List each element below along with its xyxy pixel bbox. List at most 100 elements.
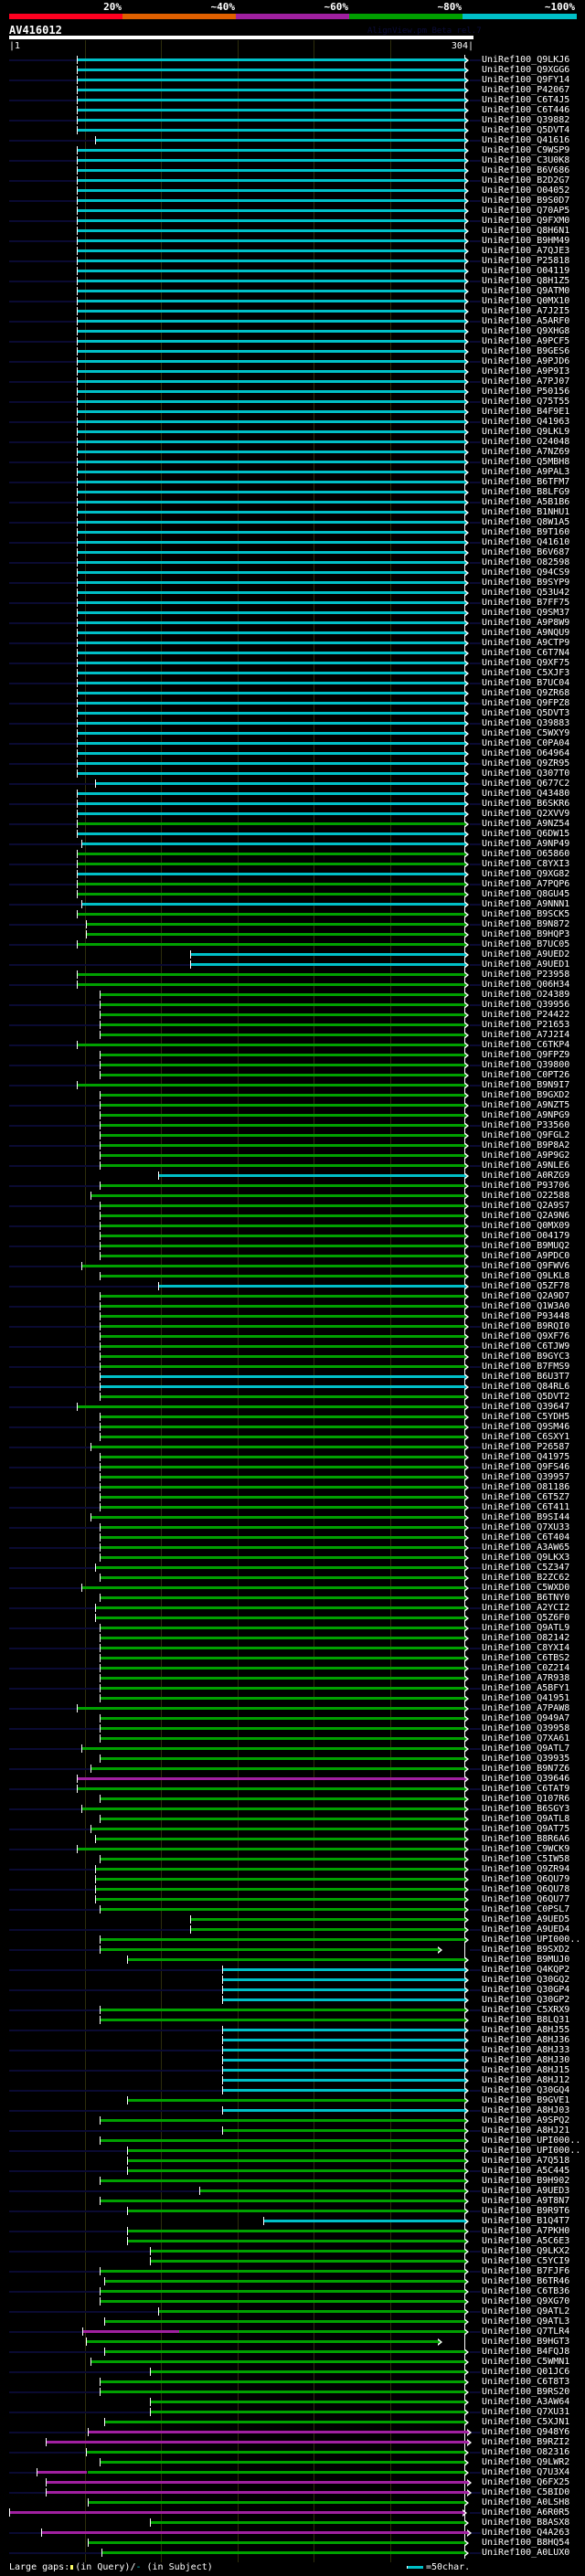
hit-label[interactable]: UniRef100_B6SKR6 (482, 799, 569, 809)
alignment-row[interactable]: UniRef100_C6T5Z7 (0, 1492, 585, 1502)
hit-label[interactable]: UniRef100_A3AW65 (482, 1542, 569, 1553)
alignment-row[interactable]: UniRef100_Q8H6N1 (0, 226, 585, 236)
hit-bar[interactable] (76, 521, 464, 524)
hit-bar[interactable] (37, 2471, 88, 2474)
hit-bar[interactable] (76, 752, 464, 755)
alignment-row[interactable]: UniRef100_A8HJ03 (0, 2105, 585, 2115)
hit-bar[interactable] (179, 2330, 464, 2333)
hit-label[interactable]: UniRef100_C5XJF3 (482, 668, 569, 678)
alignment-row[interactable]: UniRef100_B6V686 (0, 165, 585, 175)
alignment-row[interactable]: UniRef100_Q5DVT2 (0, 1392, 585, 1402)
hit-bar[interactable] (99, 1546, 464, 1549)
hit-label[interactable]: UniRef100_Q39800 (482, 1060, 569, 1070)
hit-label[interactable]: UniRef100_B9R9T6 (482, 2206, 569, 2216)
hit-label[interactable]: UniRef100_Q39935 (482, 1754, 569, 1764)
hit-bar[interactable] (150, 2370, 464, 2373)
hit-label[interactable]: UniRef100_A8HJ55 (482, 2025, 569, 2035)
alignment-row[interactable]: UniRef100_A9UED5 (0, 1914, 585, 1924)
hit-label[interactable]: UniRef100_A9NQU9 (482, 628, 569, 638)
hit-bar[interactable] (76, 239, 464, 242)
alignment-row[interactable]: UniRef100_A9UED1 (0, 959, 585, 970)
hit-bar[interactable] (90, 1828, 464, 1830)
alignment-row[interactable]: UniRef100_C5WXD0 (0, 1583, 585, 1593)
alignment-row[interactable]: UniRef100_A9UED2 (0, 949, 585, 959)
hit-label[interactable]: UniRef100_B9GES6 (482, 346, 569, 356)
hit-bar[interactable] (76, 1777, 464, 1780)
hit-label[interactable]: UniRef100_C6TB36 (482, 2286, 569, 2296)
hit-bar[interactable] (76, 189, 464, 192)
hit-bar[interactable] (99, 1506, 464, 1509)
hit-bar[interactable] (80, 903, 464, 906)
alignment-row[interactable]: UniRef100_Q9ATL8 (0, 1814, 585, 1824)
hit-bar[interactable] (150, 2250, 464, 2253)
alignment-row[interactable]: UniRef100_Q39883 (0, 718, 585, 728)
hit-bar[interactable] (99, 1144, 464, 1147)
hit-bar[interactable] (76, 652, 464, 654)
hit-label[interactable]: UniRef100_Q9ATM0 (482, 286, 569, 296)
alignment-row[interactable]: UniRef100_Q41610 (0, 537, 585, 547)
hit-label[interactable]: UniRef100_A9NLE6 (482, 1161, 569, 1171)
hit-label[interactable]: UniRef100_UPI000.. (482, 1935, 580, 1945)
hit-bar[interactable] (46, 2491, 468, 2494)
hit-label[interactable]: UniRef100_B9HQP3 (482, 929, 569, 939)
alignment-row[interactable]: UniRef100_UPI000.. (0, 2136, 585, 2146)
alignment-row[interactable]: UniRef100_A7PKH0 (0, 2226, 585, 2236)
alignment-row[interactable]: UniRef100_B9SXD2 (0, 1945, 585, 1955)
hit-label[interactable]: UniRef100_B9N7Z6 (482, 1764, 569, 1774)
hit-bar[interactable] (99, 1064, 464, 1066)
alignment-row[interactable]: UniRef100_Q9ZR68 (0, 688, 585, 698)
hit-bar[interactable] (157, 2310, 464, 2313)
hit-bar[interactable] (76, 853, 464, 855)
alignment-row[interactable]: UniRef100_B6U3T7 (0, 1372, 585, 1382)
hit-label[interactable]: UniRef100_A7J2I5 (482, 306, 569, 316)
hit-bar[interactable] (76, 69, 464, 71)
hit-bar[interactable] (76, 1707, 464, 1710)
hit-bar[interactable] (198, 2189, 464, 2192)
hit-bar[interactable] (87, 2471, 464, 2474)
alignment-row[interactable]: UniRef100_C6T8T3 (0, 2377, 585, 2387)
hit-label[interactable]: UniRef100_Q9LKX3 (482, 1553, 569, 1563)
hit-bar[interactable] (76, 531, 464, 534)
alignment-row[interactable]: UniRef100_Q9XG82 (0, 869, 585, 879)
alignment-row[interactable]: UniRef100_Q9XF76 (0, 1331, 585, 1341)
hit-bar[interactable] (99, 1677, 464, 1680)
alignment-row[interactable]: UniRef100_Q39800 (0, 1060, 585, 1070)
alignment-row[interactable]: UniRef100_A3AW64 (0, 2397, 585, 2407)
hit-label[interactable]: UniRef100_B6TFM7 (482, 477, 569, 487)
hit-label[interactable]: UniRef100_Q6QU77 (482, 1894, 569, 1904)
hit-bar[interactable] (76, 662, 464, 664)
hit-label[interactable]: UniRef100_C0PSL7 (482, 1904, 569, 1914)
alignment-row[interactable]: UniRef100_Q9FPZ9 (0, 1050, 585, 1060)
hit-label[interactable]: UniRef100_B6V687 (482, 547, 569, 557)
alignment-row[interactable]: UniRef100_Q0MX10 (0, 296, 585, 306)
hit-bar[interactable] (99, 1938, 464, 1941)
hit-bar[interactable] (127, 2149, 464, 2152)
hit-bar[interactable] (76, 380, 464, 383)
hit-label[interactable]: UniRef100_Q9ATL3 (482, 2316, 569, 2327)
hit-bar[interactable] (150, 2411, 464, 2413)
hit-label[interactable]: UniRef100_Q8H1Z5 (482, 276, 569, 286)
hit-label[interactable]: UniRef100_O81186 (482, 1482, 569, 1492)
hit-label[interactable]: UniRef100_A9PAL3 (482, 467, 569, 477)
hit-bar[interactable] (94, 1566, 464, 1569)
hit-bar[interactable] (99, 1627, 464, 1629)
hit-label[interactable]: UniRef100_Q9LKJ6 (482, 55, 569, 65)
hit-label[interactable]: UniRef100_Q39956 (482, 1000, 569, 1010)
alignment-row[interactable]: UniRef100_Q9XG70 (0, 2296, 585, 2306)
hit-label[interactable]: UniRef100_P93706 (482, 1181, 569, 1191)
hit-bar[interactable] (85, 933, 464, 936)
alignment-row[interactable]: UniRef100_C6T4J5 (0, 95, 585, 105)
hit-label[interactable]: UniRef100_A9UED2 (482, 949, 569, 959)
alignment-row[interactable]: UniRef100_B9R9T6 (0, 2206, 585, 2216)
hit-bar[interactable] (99, 1948, 439, 1951)
alignment-row[interactable]: UniRef100_O04052 (0, 186, 585, 196)
hit-label[interactable]: UniRef100_A5ARF0 (482, 316, 569, 326)
hit-bar[interactable] (76, 561, 464, 564)
hit-label[interactable]: UniRef100_Q9ATL2 (482, 2306, 569, 2316)
alignment-row[interactable]: UniRef100_A7J2I4 (0, 1030, 585, 1040)
alignment-row[interactable]: UniRef100_P23958 (0, 970, 585, 980)
hit-bar[interactable] (76, 79, 464, 81)
alignment-row[interactable]: UniRef100_A5B1B6 (0, 497, 585, 507)
hit-bar[interactable] (76, 270, 464, 272)
hit-bar[interactable] (127, 2230, 464, 2232)
